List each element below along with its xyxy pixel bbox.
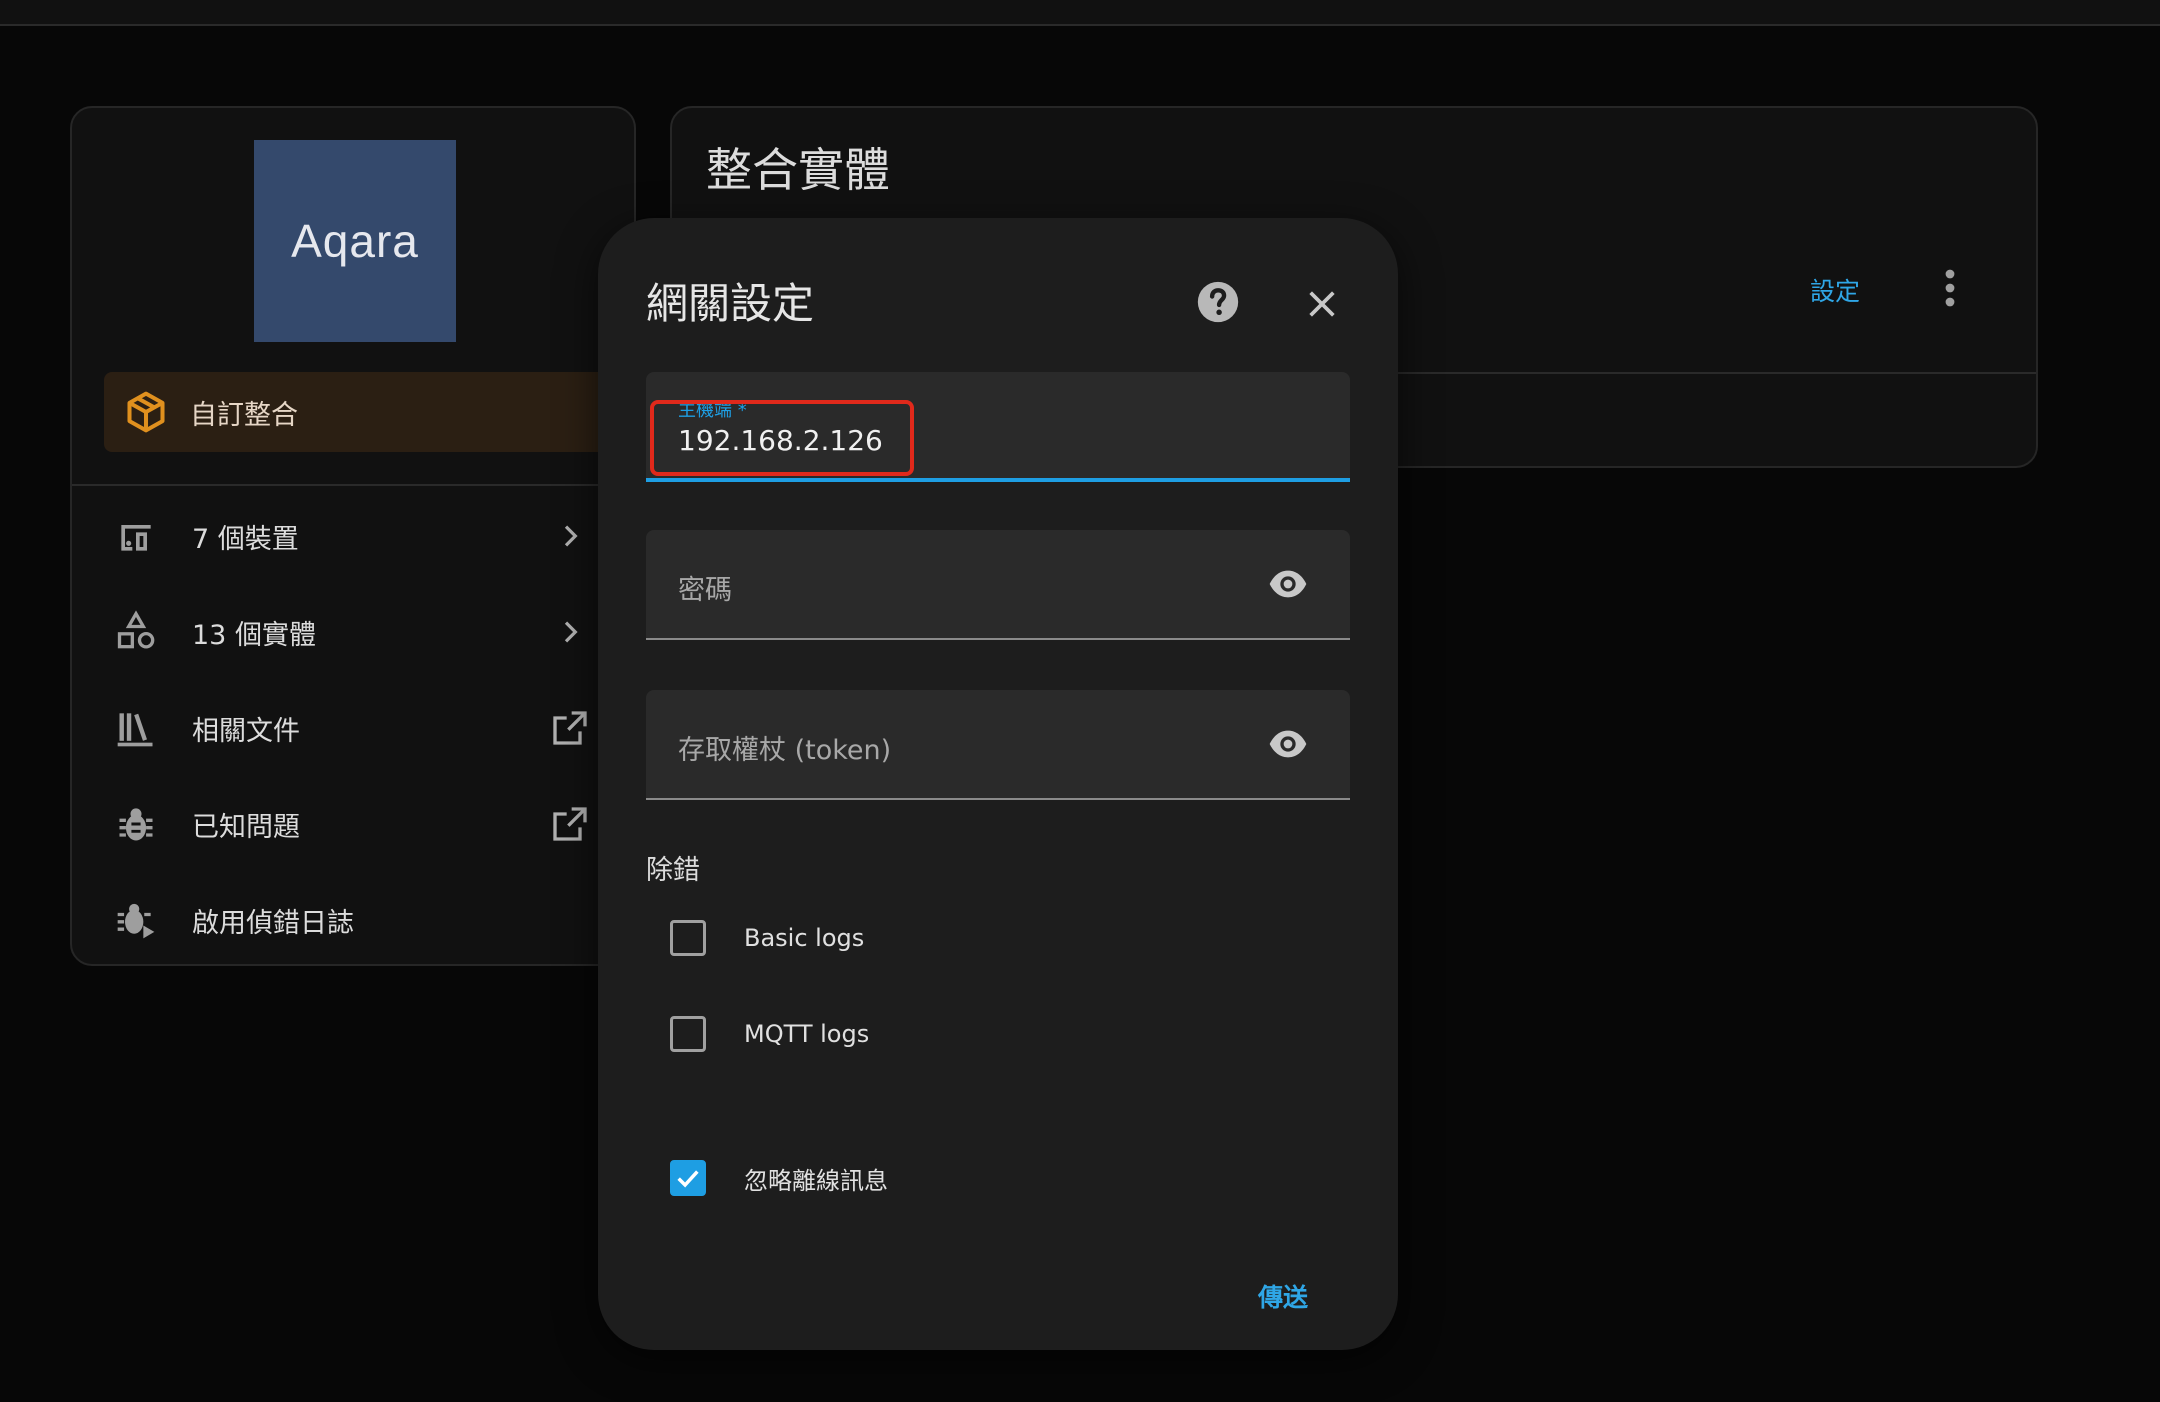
- gateway-settings-dialog: 網關設定 主機端 * 密碼 存取權杖 (token): [598, 218, 1398, 1350]
- aqara-logo: Aqara: [254, 140, 456, 342]
- close-icon[interactable]: [1294, 276, 1350, 332]
- menu-item-label: 相關文件: [192, 715, 300, 747]
- integration-info-card: Aqara 自訂整合 7 個裝置 13 個實體 相關文件 已知問題 啟用偵錯日誌: [70, 106, 636, 966]
- top-bar: [0, 0, 2160, 26]
- menu-item-label: 已知問題: [192, 811, 300, 843]
- host-input[interactable]: [678, 424, 1278, 457]
- bug-play-icon: [112, 896, 160, 944]
- token-field-label: 存取權杖 (token): [678, 735, 892, 766]
- checkbox-label: MQTT logs: [744, 1020, 870, 1048]
- eye-icon[interactable]: [1264, 720, 1312, 768]
- shapes-icon: [112, 608, 160, 656]
- cube-icon: [127, 391, 165, 433]
- token-field[interactable]: 存取權杖 (token): [646, 690, 1350, 800]
- menu-item-label: 7 個裝置: [192, 523, 299, 555]
- submit-button[interactable]: 傳送: [1258, 1278, 1308, 1314]
- menu-item-documentation[interactable]: 相關文件: [72, 680, 634, 776]
- mqtt-logs-checkbox[interactable]: [670, 1016, 706, 1052]
- bug-icon: [112, 800, 160, 848]
- open-in-new-icon: [548, 802, 592, 846]
- checkbox-label: Basic logs: [744, 924, 865, 952]
- custom-integration-label: 自訂整合: [190, 399, 298, 431]
- ignore-offline-checkbox[interactable]: [670, 1160, 706, 1196]
- menu-item-known-issues[interactable]: 已知問題: [72, 776, 634, 872]
- eye-icon[interactable]: [1264, 560, 1312, 608]
- help-icon[interactable]: [1190, 274, 1246, 330]
- chevron-right-icon: [548, 514, 592, 558]
- password-field[interactable]: 密碼: [646, 530, 1350, 640]
- basic-logs-option[interactable]: Basic logs: [670, 910, 864, 966]
- more-vert-icon[interactable]: [1930, 264, 1970, 312]
- checkbox-label: 忽略離線訊息: [744, 1166, 888, 1195]
- logo-text: Aqara: [291, 215, 419, 267]
- settings-button[interactable]: 設定: [1810, 272, 1860, 308]
- check-icon: [677, 1170, 699, 1188]
- devices-icon: [112, 512, 160, 560]
- debug-section-label: 除錯: [646, 855, 700, 886]
- host-field[interactable]: 主機端 *: [646, 372, 1350, 482]
- basic-logs-checkbox[interactable]: [670, 920, 706, 956]
- menu-item-label: 13 個實體: [192, 619, 316, 651]
- card-divider: [72, 484, 634, 486]
- menu-item-enable-debug-logging[interactable]: 啟用偵錯日誌: [72, 872, 634, 964]
- menu-item-label: 啟用偵錯日誌: [192, 907, 354, 939]
- host-field-label: 主機端 *: [678, 400, 747, 421]
- chevron-right-icon: [548, 610, 592, 654]
- open-in-new-icon: [548, 706, 592, 750]
- custom-integration-banner: 自訂整合: [104, 372, 634, 452]
- ignore-offline-option[interactable]: 忽略離線訊息: [670, 1150, 888, 1206]
- mqtt-logs-option[interactable]: MQTT logs: [670, 1006, 869, 1062]
- menu-item-entities[interactable]: 13 個實體: [72, 584, 634, 680]
- password-field-label: 密碼: [678, 575, 732, 606]
- library-books-icon: [112, 704, 160, 752]
- card-title: 整合實體: [706, 143, 890, 197]
- menu-item-devices[interactable]: 7 個裝置: [72, 488, 634, 584]
- dialog-title: 網關設定: [646, 279, 815, 328]
